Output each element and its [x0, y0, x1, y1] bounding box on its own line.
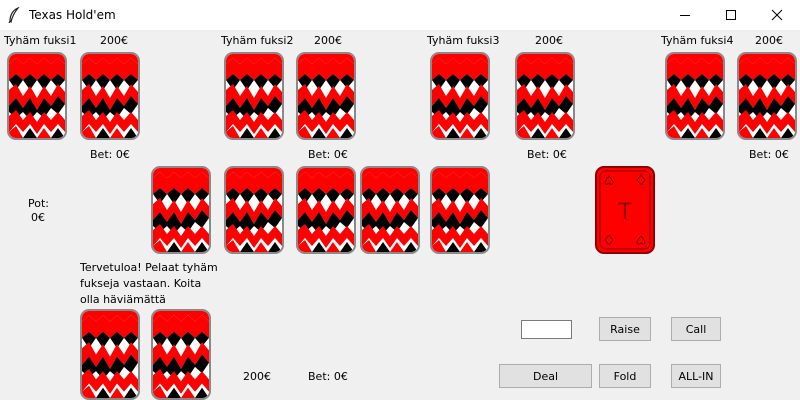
raise-button[interactable]: Raise: [599, 317, 651, 341]
card-back-pattern: [517, 54, 573, 138]
player1-card-1: [7, 52, 67, 140]
window-title: Texas Hold'em: [29, 8, 116, 22]
player3-name: Tyhäm fuksi3: [427, 34, 500, 47]
community-card-4: [360, 166, 420, 254]
maximize-icon: [726, 10, 736, 20]
card-back-pattern: [9, 54, 65, 138]
card-back-pattern: [226, 168, 282, 252]
player3-bet: Bet: 0€: [527, 148, 567, 161]
welcome-message: Tervetuloa! Pelaat tyhäm fukseja vastaan…: [80, 261, 218, 306]
deck-card: T: [595, 166, 655, 254]
maximize-button[interactable]: [708, 0, 754, 30]
player4-card-1: [665, 52, 725, 140]
call-button[interactable]: Call: [671, 317, 721, 341]
minimize-icon: [680, 15, 690, 16]
community-card-1: [151, 166, 211, 254]
community-card-3: [296, 166, 356, 254]
player1-bet: Bet: 0€: [90, 148, 130, 161]
pot-label: Pot:: [28, 197, 49, 210]
community-card-5: [430, 166, 490, 254]
close-button[interactable]: [754, 0, 800, 30]
player1-card-2: [80, 52, 140, 140]
player2-name: Tyhäm fuksi2: [221, 34, 294, 47]
player3-card-2: [515, 52, 575, 140]
card-back-pattern: [226, 54, 282, 138]
card-back-pattern: [82, 54, 138, 138]
player3-chips: 200€: [535, 34, 563, 47]
player2-bet: Bet: 0€: [308, 148, 348, 161]
player4-chips: 200€: [755, 34, 783, 47]
raise-amount-input[interactable]: [521, 320, 572, 339]
minimize-button[interactable]: [662, 0, 708, 30]
card-back-pattern: [432, 168, 488, 252]
player1-chips: 200€: [100, 34, 128, 47]
player4-bet: Bet: 0€: [749, 148, 789, 161]
card-back-pattern: [153, 168, 209, 252]
deal-button[interactable]: Deal: [499, 364, 592, 388]
card-back-pattern: [739, 54, 795, 138]
user-card-2: [151, 309, 211, 400]
feather-icon: [8, 7, 20, 23]
deck-card-face: T: [599, 170, 651, 250]
card-back-pattern: [667, 54, 723, 138]
player4-card-2: [737, 52, 797, 140]
pot-value: 0€: [31, 211, 45, 224]
card-back-pattern: [82, 311, 138, 398]
all-in-button[interactable]: ALL-IN: [671, 364, 721, 388]
fold-button[interactable]: Fold: [599, 364, 651, 388]
window-titlebar: Texas Hold'em: [0, 0, 800, 30]
player4-name: Tyhäm fuksi4: [661, 34, 734, 47]
close-icon: [771, 9, 783, 21]
card-back-pattern: [298, 168, 354, 252]
player2-chips: 200€: [314, 34, 342, 47]
player3-card-1: [430, 52, 490, 140]
user-card-1: [80, 309, 140, 400]
card-back-pattern: [432, 54, 488, 138]
player2-card-2: [296, 52, 356, 140]
card-back-pattern: [362, 168, 418, 252]
player1-name: Tyhäm fuksi1: [4, 34, 77, 47]
player2-card-1: [224, 52, 284, 140]
community-card-2: [224, 166, 284, 254]
card-back-pattern: [153, 311, 209, 398]
card-back-pattern: [298, 54, 354, 138]
user-bet: Bet: 0€: [308, 370, 348, 383]
user-chips: 200€: [243, 370, 271, 383]
deck-letter: T: [617, 200, 632, 225]
